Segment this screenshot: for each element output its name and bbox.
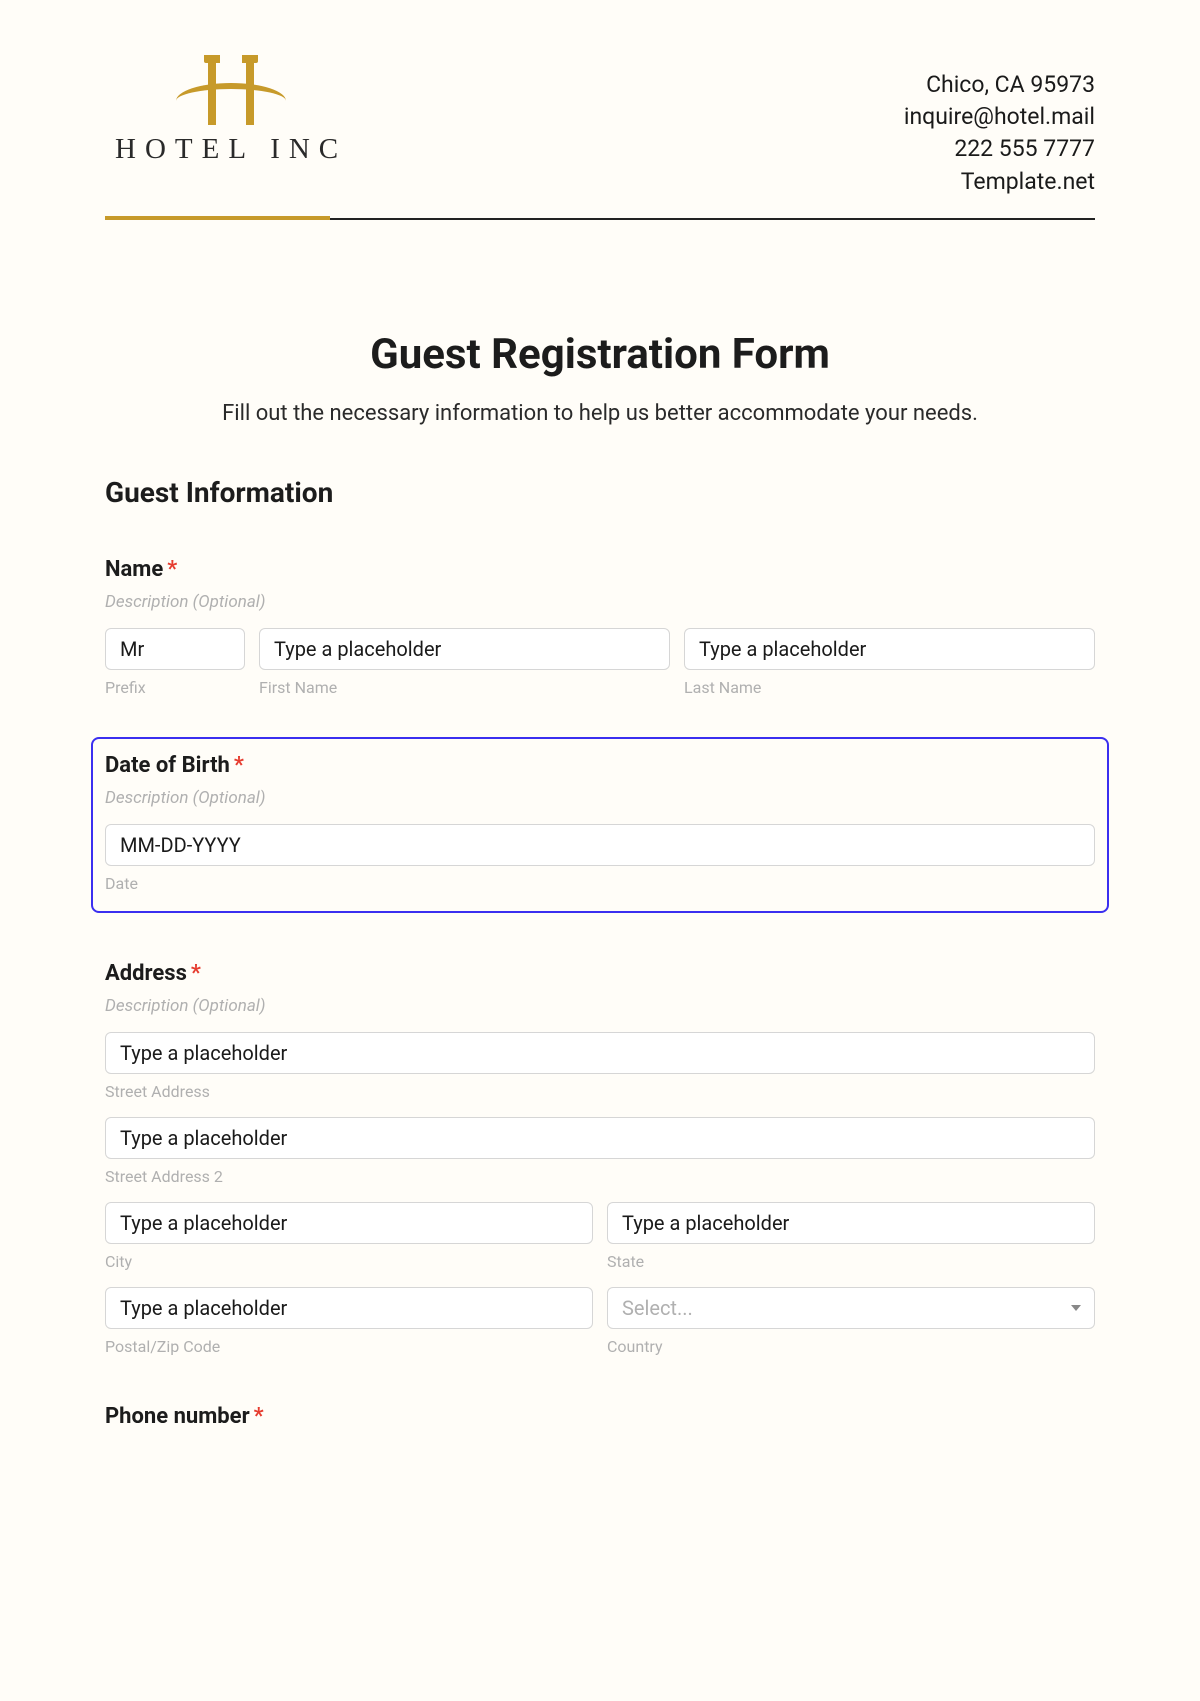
section-guest-info: Guest Information <box>105 476 1095 509</box>
field-phone: Phone number * <box>105 1404 1095 1429</box>
dob-input[interactable] <box>105 824 1095 866</box>
last-name-sublabel: Last Name <box>684 678 1095 697</box>
brand-name: HOTEL INC <box>115 133 347 166</box>
address-label: Address <box>105 961 187 986</box>
page-title: Guest Registration Form <box>105 330 1095 379</box>
field-name: Name * Description (Optional) Prefix Fir… <box>105 557 1095 697</box>
country-sublabel: Country <box>607 1337 1095 1356</box>
dob-sublabel: Date <box>105 874 1095 893</box>
street-input[interactable] <box>105 1032 1095 1074</box>
city-input[interactable] <box>105 1202 593 1244</box>
first-name-input[interactable] <box>259 628 670 670</box>
contact-email: inquire@hotel.mail <box>904 101 1095 133</box>
first-name-sublabel: First Name <box>259 678 670 697</box>
contact-block: Chico, CA 95973 inquire@hotel.mail 222 5… <box>904 55 1095 198</box>
name-description: Description (Optional) <box>105 592 1095 612</box>
required-mark: * <box>234 753 244 778</box>
dob-description: Description (Optional) <box>105 788 1095 808</box>
header-divider <box>105 216 1095 220</box>
header: HOTEL INC Chico, CA 95973 inquire@hotel.… <box>105 55 1095 212</box>
prefix-sublabel: Prefix <box>105 678 245 697</box>
required-mark: * <box>167 557 177 582</box>
phone-label: Phone number <box>105 1404 250 1429</box>
logo: HOTEL INC <box>105 55 347 166</box>
required-mark: * <box>254 1404 264 1429</box>
state-sublabel: State <box>607 1252 1095 1271</box>
state-input[interactable] <box>607 1202 1095 1244</box>
street2-sublabel: Street Address 2 <box>105 1167 1095 1186</box>
contact-phone: 222 555 7777 <box>904 133 1095 165</box>
field-address: Address * Description (Optional) Street … <box>105 961 1095 1356</box>
country-select[interactable] <box>607 1287 1095 1329</box>
required-mark: * <box>191 961 201 986</box>
field-dob[interactable]: Date of Birth * Description (Optional) D… <box>91 737 1109 913</box>
city-sublabel: City <box>105 1252 593 1271</box>
name-label: Name <box>105 557 163 582</box>
contact-address: Chico, CA 95973 <box>904 69 1095 101</box>
page-subtitle: Fill out the necessary information to he… <box>105 401 1095 426</box>
dob-label: Date of Birth <box>105 753 230 778</box>
zip-sublabel: Postal/Zip Code <box>105 1337 593 1356</box>
address-description: Description (Optional) <box>105 996 1095 1016</box>
zip-input[interactable] <box>105 1287 593 1329</box>
street2-input[interactable] <box>105 1117 1095 1159</box>
prefix-input[interactable] <box>105 628 245 670</box>
logo-mark-icon <box>186 55 276 125</box>
last-name-input[interactable] <box>684 628 1095 670</box>
street-sublabel: Street Address <box>105 1082 1095 1101</box>
contact-site: Template.net <box>904 166 1095 198</box>
